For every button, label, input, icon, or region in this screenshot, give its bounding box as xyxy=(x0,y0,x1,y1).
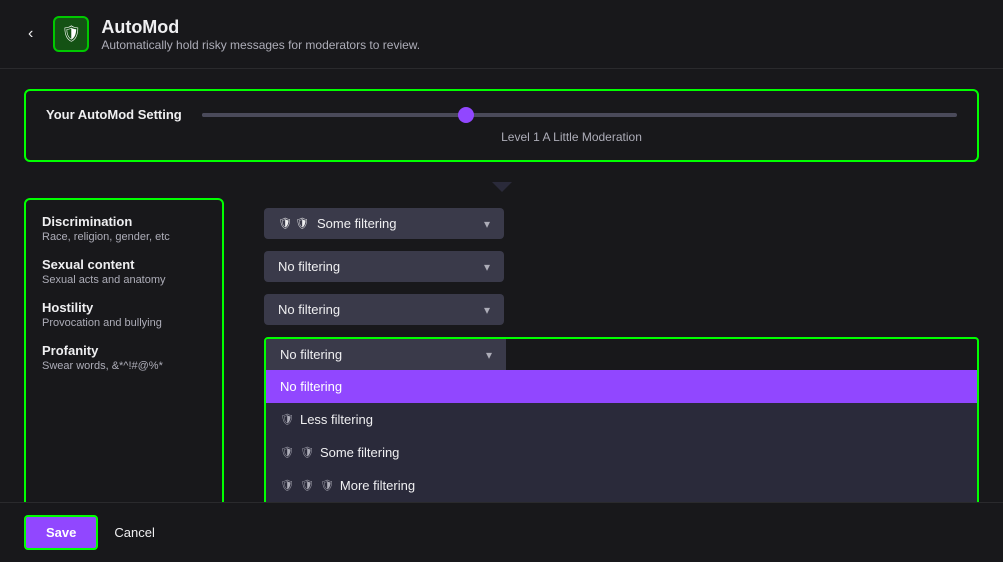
option-label: More filtering xyxy=(340,478,415,493)
automod-setting-label: Your AutoMod Setting xyxy=(46,107,186,122)
discrimination-dropdown-label: Some filtering xyxy=(317,216,396,231)
dropdowns-column: 🛡 🛡 Some filtering ▾ No filtering ▾ No xyxy=(264,198,979,502)
setting-row: Your AutoMod Setting xyxy=(46,107,957,122)
list-item: Sexual content Sexual acts and anatomy xyxy=(42,257,206,286)
page-title: AutoMod xyxy=(101,17,420,38)
header: ‹ 🛡 AutoMod Automatically hold risky mes… xyxy=(0,0,1003,69)
hostility-dropdown[interactable]: No filtering ▾ xyxy=(264,294,504,325)
profanity-dropdown-menu: No filtering 🛡 Less filtering 🛡 🛡 Some f… xyxy=(266,370,977,502)
category-name: Profanity xyxy=(42,343,206,358)
shield-icon: 🛡 xyxy=(300,446,314,459)
discrimination-dropdown[interactable]: 🛡 🛡 Some filtering ▾ xyxy=(264,208,504,239)
slider-track xyxy=(202,113,957,117)
option-label: No filtering xyxy=(280,379,342,394)
shield-icon: 🛡 xyxy=(320,479,334,492)
chevron-down-icon: ▾ xyxy=(484,303,490,317)
footer-actions: Save Cancel xyxy=(0,502,1003,562)
dropdown-option-more-filtering[interactable]: 🛡 🛡 🛡 More filtering xyxy=(266,469,977,502)
profanity-dropdown-wrapper: No filtering ▾ No filtering 🛡 Less filte… xyxy=(264,337,979,502)
list-item: Profanity Swear words, &*^!#@%* xyxy=(42,343,206,372)
down-arrow-indicator xyxy=(24,182,979,192)
sexual-dropdown-wrapper: No filtering ▾ xyxy=(264,251,979,282)
dropdown-option-no-filtering[interactable]: No filtering xyxy=(266,370,977,403)
categories-list: Discrimination Race, religion, gender, e… xyxy=(24,198,224,502)
automod-setting-box: Your AutoMod Setting Level 1 A Little Mo… xyxy=(24,89,979,162)
category-name: Discrimination xyxy=(42,214,206,229)
shield-icon: 🛡 xyxy=(280,479,294,492)
main-content: Your AutoMod Setting Level 1 A Little Mo… xyxy=(0,69,1003,502)
chevron-down-icon: ▾ xyxy=(484,217,490,231)
shield-icon: 🛡 xyxy=(300,479,314,492)
category-name: Sexual content xyxy=(42,257,206,272)
cancel-button[interactable]: Cancel xyxy=(114,525,154,540)
profanity-dropdown[interactable]: No filtering ▾ xyxy=(266,339,506,370)
back-button[interactable]: ‹ xyxy=(20,21,41,47)
list-item: Discrimination Race, religion, gender, e… xyxy=(42,214,206,243)
dropdown-option-less-filtering[interactable]: 🛡 Less filtering xyxy=(266,403,977,436)
sexual-dropdown[interactable]: No filtering ▾ xyxy=(264,251,504,282)
category-desc: Swear words, &*^!#@%* xyxy=(42,360,206,372)
sexual-dropdown-label: No filtering xyxy=(278,259,340,274)
category-desc: Provocation and bullying xyxy=(42,317,206,329)
slider-container xyxy=(202,113,957,117)
slider-fill xyxy=(202,113,466,117)
header-text: AutoMod Automatically hold risky message… xyxy=(101,17,420,52)
automod-icon: 🛡 xyxy=(53,16,89,52)
option-label: Less filtering xyxy=(300,412,373,427)
level-label: Level 1 A Little Moderation xyxy=(186,130,957,144)
shield-icons: 🛡 🛡 xyxy=(278,217,309,230)
page-subtitle: Automatically hold risky messages for mo… xyxy=(101,38,420,52)
option-label: Some filtering xyxy=(320,445,399,460)
slider-thumb[interactable] xyxy=(458,107,474,123)
category-name: Hostility xyxy=(42,300,206,315)
shield-icon: 🛡 xyxy=(280,446,294,459)
hostility-dropdown-wrapper: No filtering ▾ xyxy=(264,294,979,325)
profanity-dropdown-label: No filtering xyxy=(280,347,342,362)
category-desc: Sexual acts and anatomy xyxy=(42,274,206,286)
discrimination-dropdown-wrapper: 🛡 🛡 Some filtering ▾ xyxy=(264,208,979,239)
chevron-down-icon: ▾ xyxy=(484,260,490,274)
chevron-down-icon: ▾ xyxy=(486,348,492,362)
shield-icon: 🛡 xyxy=(280,413,294,426)
list-item: Hostility Provocation and bullying xyxy=(42,300,206,329)
hostility-dropdown-label: No filtering xyxy=(278,302,340,317)
save-button[interactable]: Save xyxy=(24,515,98,550)
categories-section: Discrimination Race, religion, gender, e… xyxy=(24,198,979,502)
dropdown-option-some-filtering[interactable]: 🛡 🛡 Some filtering xyxy=(266,436,977,469)
category-desc: Race, religion, gender, etc xyxy=(42,231,206,243)
